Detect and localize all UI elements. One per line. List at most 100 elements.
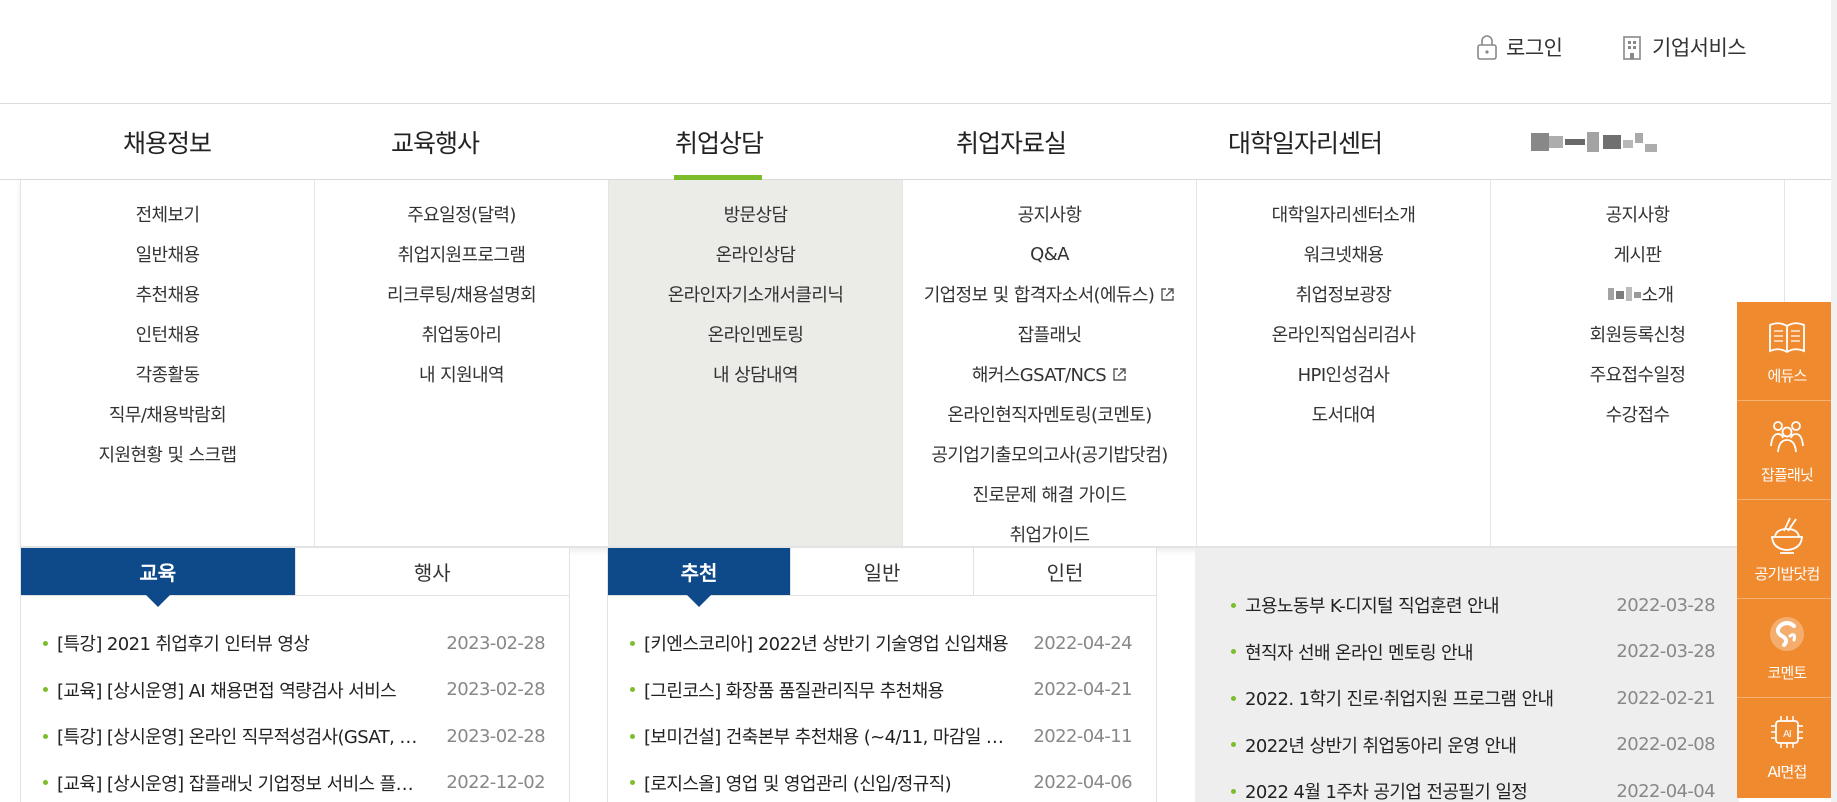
menu-item[interactable]: 온라인상담 (609, 234, 902, 274)
list-item[interactable]: [특강] 2021 취업후기 인터뷰 영상 2023-02-28 (43, 620, 546, 667)
menu-item[interactable]: 온라인직업심리검사 (1197, 314, 1490, 354)
menu-item[interactable]: 온라인멘토링 (609, 314, 902, 354)
menu-item[interactable]: 전체보기 (21, 194, 314, 234)
external-link-icon (1161, 287, 1174, 301)
login-link[interactable]: 로그인 (1476, 32, 1563, 62)
menu-item[interactable]: 대학일자리센터소개 (1197, 194, 1490, 234)
nav-education[interactable]: 교육행사 (288, 104, 582, 180)
menu-item[interactable]: 직무/채용박람회 (21, 394, 314, 434)
list-item[interactable]: 2022. 1학기 진로·취업지원 프로그램 안내 2022-02-21 (1231, 675, 1716, 722)
menu-item[interactable]: 리크루팅/채용설명회 (315, 274, 608, 314)
lock-icon (1477, 35, 1497, 60)
menu-item[interactable]: 취업지원프로그램 (315, 234, 608, 274)
menu-item[interactable]: 도서대여 (1197, 394, 1490, 434)
quick-edus[interactable]: 에듀스 (1737, 302, 1837, 401)
menu-item[interactable]: 인턴채용 (21, 314, 314, 354)
list-item[interactable]: 2022 4월 1주차 공기업 전공필기 일정 2022-04-04 (1231, 768, 1716, 802)
list-item[interactable]: 고용노동부 K-디지털 직업훈련 안내 2022-03-28 (1231, 582, 1716, 629)
people-icon (1770, 420, 1804, 452)
post-date: 2022-02-21 (1616, 687, 1715, 709)
post-title: 2022년 상반기 취업동아리 운영 안내 (1245, 735, 1517, 757)
menu-item[interactable]: 추천채용 (21, 274, 314, 314)
menu-item[interactable]: Q&A (903, 234, 1196, 274)
menu-col-job-center: 대학일자리센터소개 워크넷채용 취업정보광장 온라인직업심리검사 HPI인성검사… (1197, 180, 1491, 546)
menu-item[interactable]: 일반채용 (21, 234, 314, 274)
quick-jobplanet[interactable]: 잡플래닛 (1737, 401, 1837, 500)
menu-item[interactable]: 워크넷채용 (1197, 234, 1490, 274)
post-title: [키엔스코리아] 2022년 상반기 기술영업 신입채용 (644, 634, 1009, 656)
menu-col-jobs: 전체보기 일반채용 추천채용 인턴채용 각종활동 직무/채용박람회 지원현황 및… (21, 180, 315, 546)
nav-counseling[interactable]: 취업상담 (572, 104, 866, 181)
tab-intern[interactable]: 인턴 (973, 548, 1156, 595)
book-icon (1769, 321, 1805, 353)
tab-general[interactable]: 일반 (790, 548, 973, 595)
menu-item-external[interactable]: 기업정보 및 합격자소서(에듀스) (903, 274, 1196, 314)
menu-item-label: 해커스GSAT/NCS (971, 365, 1107, 386)
post-title: 2022 4월 1주차 공기업 전공필기 일정 (1245, 782, 1528, 802)
nav-resources[interactable]: 취업자료실 (864, 104, 1158, 180)
quick-label: AI면접 (1767, 763, 1807, 781)
nav-job-center-label: 대학일자리센터 (1227, 129, 1383, 158)
menu-item-external[interactable]: 해커스GSAT/NCS (903, 354, 1196, 394)
nav-resources-label: 취업자료실 (955, 129, 1067, 158)
page: 로그인 기업서비스 채용정보 교육행사 취업상담 취업자료실 대학일자리센터 전… (0, 0, 1837, 802)
menu-item[interactable]: 주요일정(달력) (315, 194, 608, 234)
post-date: 2023-02-28 (446, 632, 545, 654)
post-date: 2022-12-02 (446, 772, 545, 794)
list-item[interactable]: [로지스올] 영업 및 영업관리 (신입/정규직) 2022-04-06 (630, 760, 1133, 802)
menu-item[interactable]: 방문상담 (609, 194, 902, 234)
menu-item[interactable]: 내 지원내역 (315, 354, 608, 394)
post-title: [특강] [상시운영] 온라인 직무적성검사(GSAT, NC… (57, 727, 427, 749)
quick-label: 잡플래닛 (1760, 465, 1814, 484)
blurred-text (1607, 287, 1641, 301)
list-item[interactable]: 현직자 선배 온라인 멘토링 안내 2022-03-28 (1231, 629, 1716, 676)
menu-item[interactable]: 공기업기출모의고사(공기밥닷컴) (903, 434, 1196, 474)
menu-item[interactable]: 온라인자기소개서클리닉 (609, 274, 902, 314)
nav-job-center[interactable]: 대학일자리센터 (1158, 104, 1452, 180)
scrollbar[interactable] (1831, 0, 1837, 802)
nav-counseling-label: 취업상담 (674, 129, 764, 158)
menu-item[interactable]: 내 상담내역 (609, 354, 902, 394)
quick-ai-interview[interactable]: AI AI면접 (1737, 698, 1837, 797)
menu-item[interactable]: 지원현황 및 스크랩 (21, 434, 314, 474)
menu-item-label: 기업정보 및 합격자소서(에듀스) (923, 285, 1155, 306)
company-service-link[interactable]: 기업서비스 (1620, 32, 1747, 62)
list-item[interactable]: [교육] [상시운영] 잡플래닛 기업정보 서비스 플랫폼 2022-12-02 (43, 760, 546, 802)
list-item[interactable]: [특강] [상시운영] 온라인 직무적성검사(GSAT, NC… 2023-02-… (43, 713, 546, 760)
tab-bar: 추천 일반 인턴 (608, 548, 1156, 607)
tab-events[interactable]: 행사 (294, 548, 569, 595)
post-date: 2023-02-28 (446, 679, 545, 701)
tab-education[interactable]: 교육 (21, 548, 295, 607)
menu-item[interactable]: 온라인현직자멘토링(코멘토) (903, 394, 1196, 434)
menu-item[interactable]: 진로문제 해결 가이드 (903, 474, 1196, 514)
menu-item[interactable]: 취업동아리 (315, 314, 608, 354)
nav-jobs[interactable]: 채용정보 (20, 104, 314, 180)
post-title: 2022. 1학기 진로·취업지원 프로그램 안내 (1245, 689, 1554, 711)
menu-item[interactable]: 공지사항 (1491, 194, 1784, 234)
post-list: [키엔스코리아] 2022년 상반기 기술영업 신입채용 2022-04-24 [… (608, 596, 1156, 802)
list-item[interactable]: 2022년 상반기 취업동아리 운영 안내 2022-02-08 (1231, 722, 1716, 769)
list-item[interactable]: [키엔스코리아] 2022년 상반기 기술영업 신입채용 2022-04-24 (630, 620, 1133, 667)
menu-item[interactable]: 취업정보광장 (1197, 274, 1490, 314)
quick-menu: 에듀스 잡플래닛 공기밥닷컴 코멘토 AI AI면접 (1737, 302, 1837, 798)
menu-item[interactable]: 게시판 (1491, 234, 1784, 274)
menu-item-label: 소개 (1641, 285, 1675, 306)
main-nav: 채용정보 교육행사 취업상담 취업자료실 대학일자리센터 (0, 104, 1837, 181)
list-item[interactable]: [교육] [상시운영] AI 채용면접 역량검사 서비스 2023-02-28 (43, 667, 546, 714)
nav-education-label: 교육행사 (390, 129, 480, 158)
bullet-icon (43, 687, 48, 693)
quick-gonggibap[interactable]: 공기밥닷컴 (1737, 500, 1837, 599)
post-date: 2022-04-24 (1033, 632, 1132, 654)
menu-col-resources: 공지사항 Q&A 기업정보 및 합격자소서(에듀스) 잡플래닛 해커스GSAT/… (903, 180, 1197, 546)
menu-item[interactable]: 각종활동 (21, 354, 314, 394)
post-title: [로지스올] 영업 및 영업관리 (신입/정규직) (644, 773, 952, 795)
post-title: [보미건설] 건축본부 추천채용 (~4/11, 마감일 수정) (644, 727, 1014, 749)
menu-item[interactable]: 공지사항 (903, 194, 1196, 234)
tab-recommended[interactable]: 추천 (608, 548, 790, 607)
menu-item[interactable]: HPI인성검사 (1197, 354, 1490, 394)
list-item[interactable]: [보미건설] 건축본부 추천채용 (~4/11, 마감일 수정) 2022-04-… (630, 713, 1133, 760)
list-item[interactable]: [그린코스] 화장품 품질관리직무 추천채용 2022-04-21 (630, 667, 1133, 714)
menu-item[interactable]: 잡플래닛 (903, 314, 1196, 354)
quick-comento[interactable]: 코멘토 (1737, 599, 1837, 698)
blurred-menu-label[interactable] (1531, 130, 1661, 154)
